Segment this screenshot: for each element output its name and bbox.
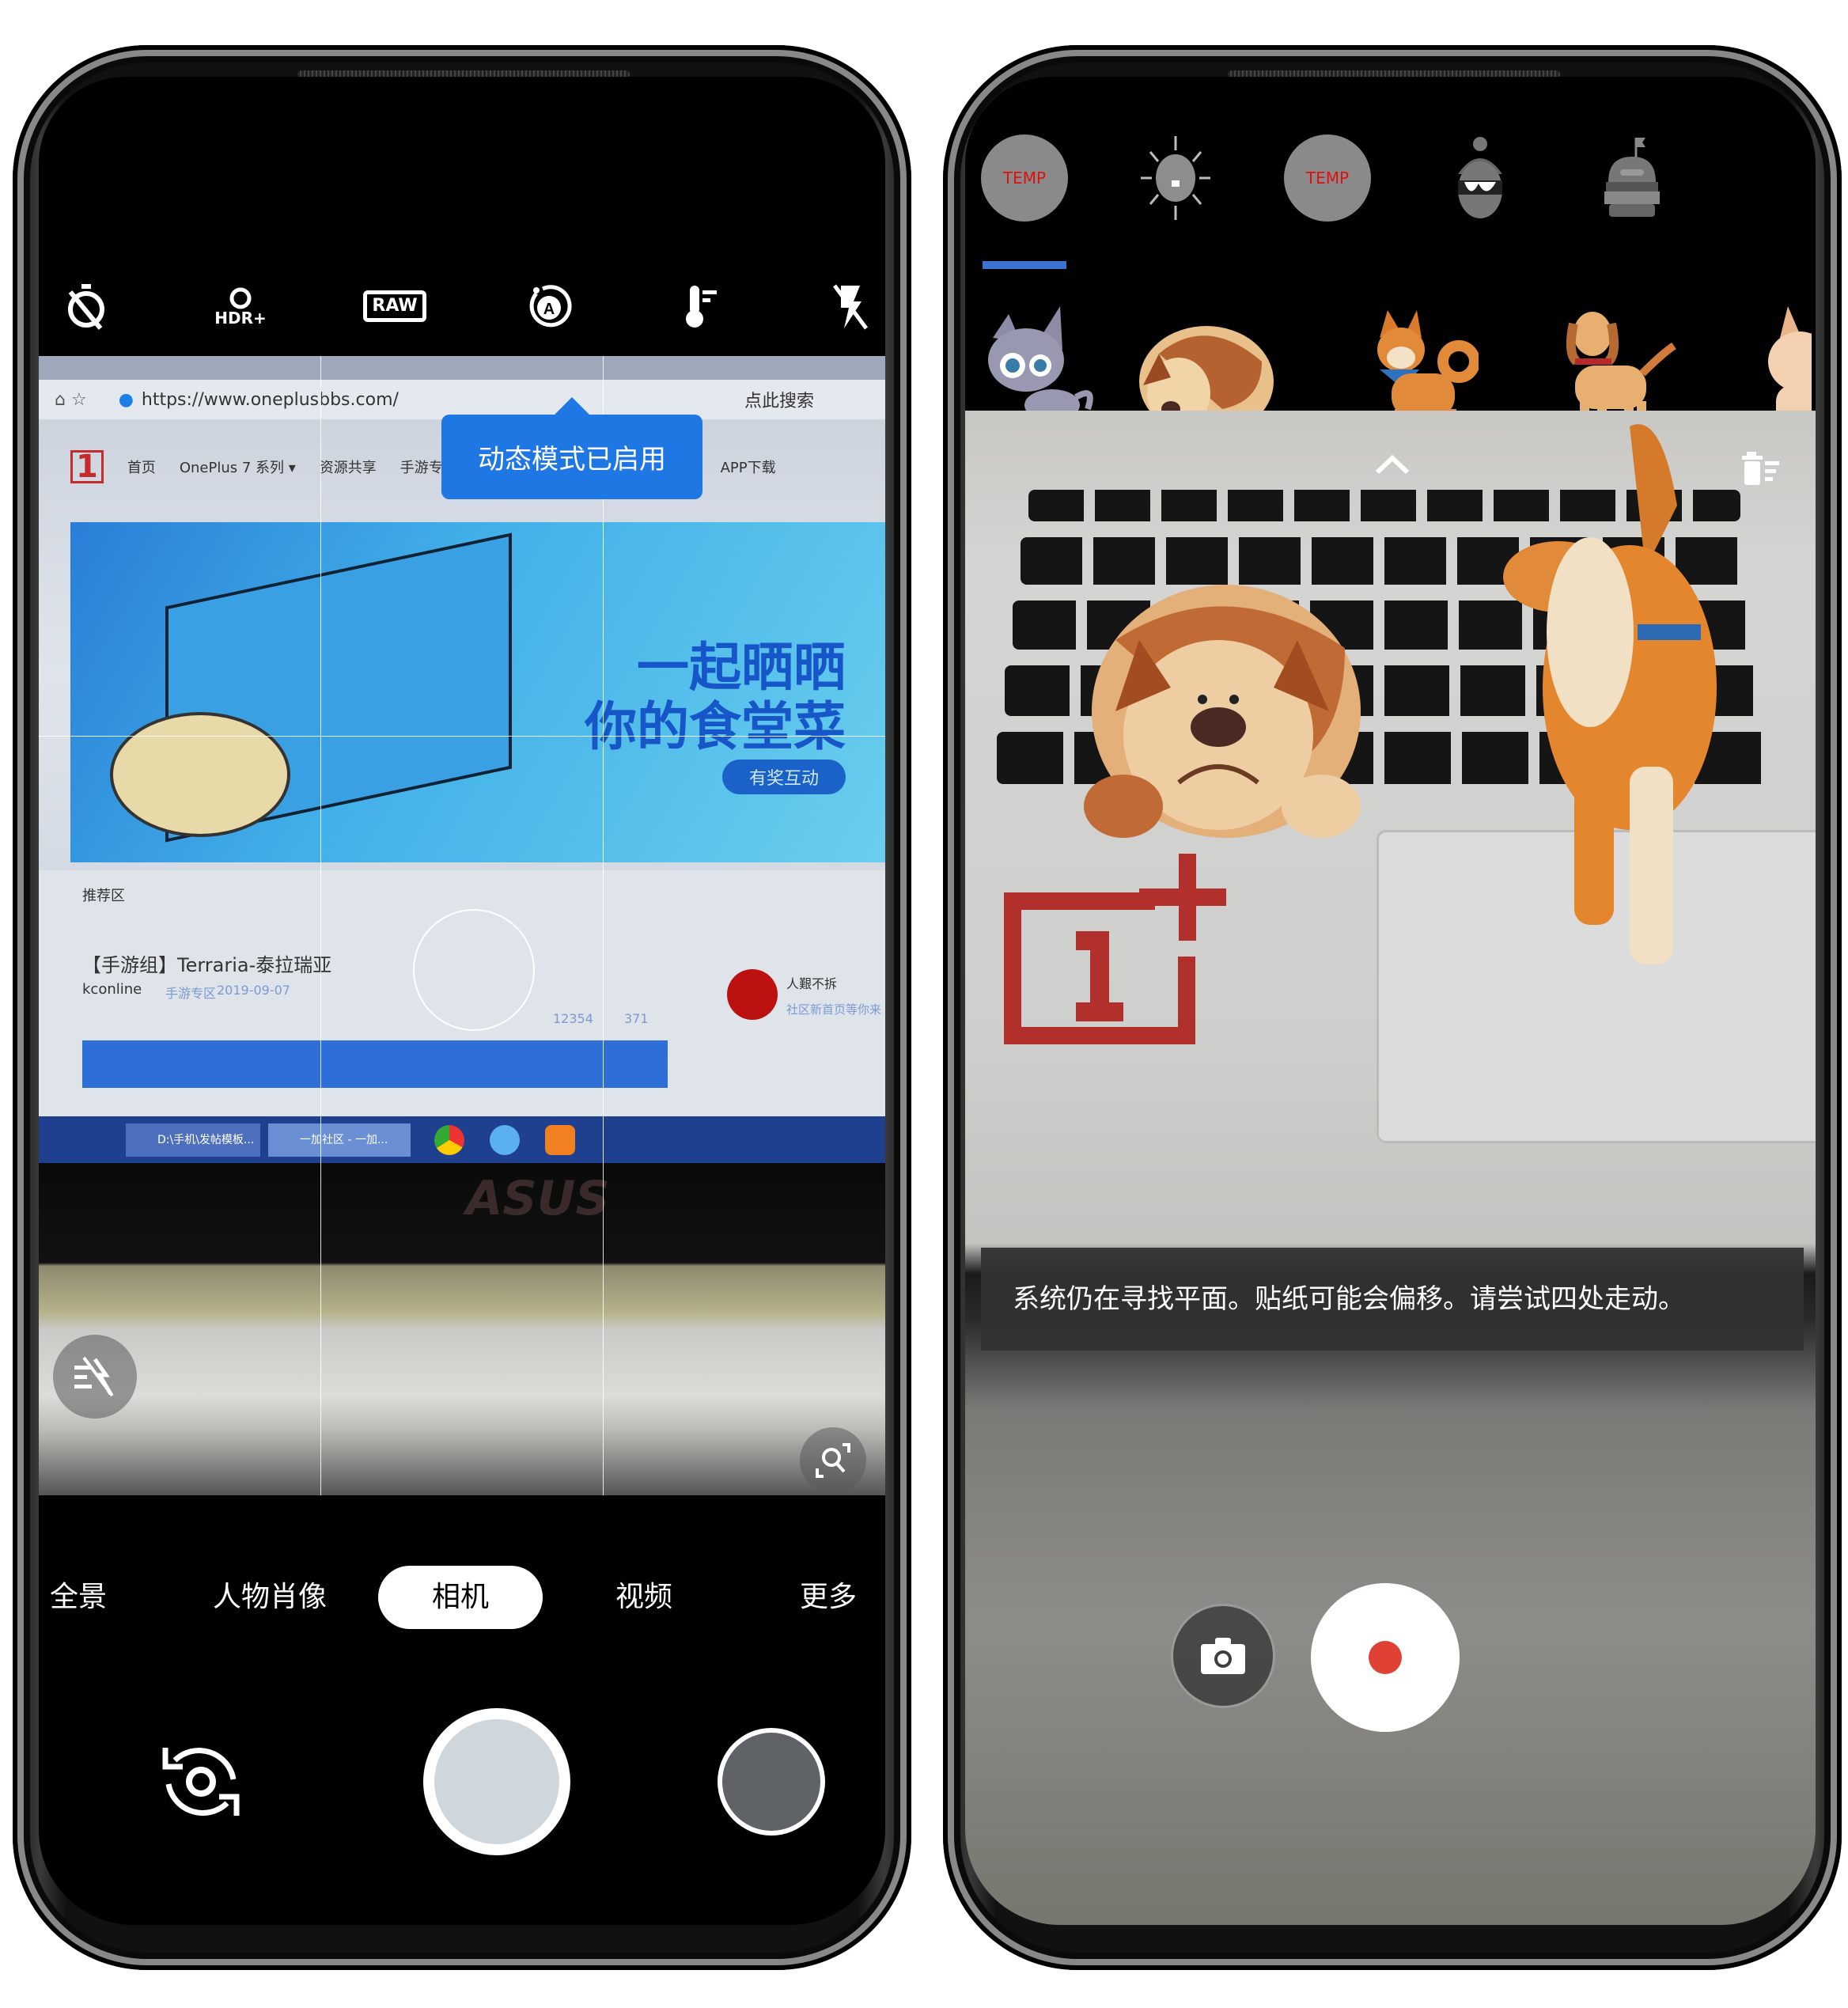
post-replies: 371 [624,1011,649,1026]
motion-auto-button[interactable]: A [521,278,577,334]
chevron-up-icon [1375,454,1410,475]
flash-off-icon[interactable] [822,278,877,334]
record-video-button[interactable] [1311,1583,1460,1732]
post-views: 12354 [553,1011,593,1026]
grid-line [39,736,885,737]
home-icon: ⌂ ☆ [55,389,87,410]
camera-screen: HDR+ RAW A ⌂ ☆ ● https://www.oneplusbbs.… [39,77,885,1925]
windows-taskbar: D:\手机\发帖模板... 一加社区 - 一加... [39,1116,885,1163]
ar-camera-view[interactable]: 系统仍在寻找平面。贴纸可能会偏移。请尝试四处走动。 [965,411,1816,1925]
hdr-plus-button[interactable]: HDR+ [213,278,268,334]
mode-camera[interactable]: 相机 [377,1566,543,1629]
temp-label: TEMP [1002,169,1047,188]
motion-toggle-button[interactable] [53,1335,137,1419]
post-title: 【手游组】Terraria-泰拉瑞亚 [82,954,332,976]
post-author: kconline [82,981,142,998]
url-text: https://www.oneplusbbs.com/ [141,389,399,410]
hero-button: 有奖互动 [721,760,846,794]
raw-label: RAW [363,290,426,322]
nav-item: 首页 [127,460,156,476]
plane-detection-notice: 系统仍在寻找平面。贴纸可能会偏移。请尝试四处走动。 [981,1248,1804,1351]
clear-all-icon [1742,452,1779,485]
category-burger[interactable] [1589,134,1676,222]
browser-search-text: 点此搜索 [744,392,814,411]
post-date: 2019-09-07 [217,983,290,998]
white-balance-icon[interactable] [674,278,729,334]
grid-line [603,356,604,1495]
mode-video[interactable]: 视频 [615,1566,672,1629]
mode-panorama[interactable]: 全景 [50,1566,107,1629]
clear-stickers-button[interactable] [1740,450,1780,487]
noodle-bowl-illustration [110,712,290,837]
ar-stickers-screen: TEMP TEMP 系统仍在寻找平面。贴纸可能会偏移。请尝试四处走动。 [965,77,1816,1925]
left-phone-frame: HDR+ RAW A ⌂ ☆ ● https://www.oneplusbbs.… [13,45,911,1970]
switch-camera-button[interactable] [151,1732,251,1832]
category-temp-birthday-2[interactable]: TEMP [1284,134,1371,222]
sun-icon [1141,136,1210,220]
globe-icon [490,1125,520,1155]
post-forum: 手游专区 [165,986,217,1001]
temp-label: TEMP [1305,169,1350,188]
post-banner-image [82,1040,668,1088]
mode-more[interactable]: 更多 [800,1566,857,1629]
burger-icon [1604,138,1660,217]
nav-item: 资源共享 [319,460,377,476]
motion-off-icon [74,1356,114,1397]
selected-category-indicator [983,261,1066,269]
hero-title-line2: 你的食堂菜 [585,696,846,757]
collapse-sticker-panel-button[interactable] [1373,452,1412,475]
svg-text:A: A [543,301,555,318]
record-dot-icon [1369,1641,1402,1674]
secure-dot-icon: ● [118,389,134,410]
gallery-thumbnail[interactable] [718,1728,825,1836]
mode-portrait[interactable]: 人物肖像 [213,1566,327,1629]
category-sun[interactable] [1132,134,1219,222]
motion-auto-icon: A [529,285,572,328]
hdr-circle-icon [229,287,252,309]
ar-shiba-inu[interactable] [1471,411,1733,964]
right-phone-frame: TEMP TEMP 系统仍在寻找平面。贴纸可能会偏移。请尝试四处走动。 [943,45,1842,1970]
focus-ring [413,909,535,1031]
mode-selector: 全景 人物肖像 相机 视频 更多 [39,1566,885,1629]
camera-icon [1201,1638,1245,1674]
chrome-icon [434,1125,464,1155]
taskbar-item: D:\手机\发帖模板... [126,1123,260,1157]
hero-banner: 一起晒晒 你的食堂菜 有奖互动 [70,522,885,862]
motion-mode-tooltip: 动态模式已启用 [441,397,702,499]
shutter-button[interactable] [423,1708,570,1855]
taskbar-item: 一加社区 - 一加... [268,1123,411,1157]
timer-off-icon[interactable] [59,278,114,334]
browser-url-bar: ⌂ ☆ ● https://www.oneplusbbs.com/ 点此搜索 [39,380,885,419]
category-temp-birthday[interactable]: TEMP [981,134,1068,222]
ar-bulldog[interactable] [1068,553,1384,854]
uc-browser-icon [545,1125,575,1155]
category-beanie-goggles[interactable] [1437,134,1524,222]
hdr-label: HDR+ [214,309,267,328]
oneplus-logo: 1 [70,450,104,483]
browser-tab-strip [39,356,885,380]
section-label: 推荐区 [82,888,125,904]
nav-item: OnePlus 7 系列 ▾ [179,460,296,476]
side-username: 人艱不拆 [786,976,838,991]
raw-button[interactable]: RAW [363,278,426,334]
laptop-keyboard-scene: ASUS [39,1163,885,1495]
grid-line [320,356,321,1495]
user-avatar [727,969,778,1020]
switch-camera-icon [162,1748,240,1816]
oneplus-logo [1004,854,1226,1044]
beanie-goggles-icon [1458,137,1502,218]
nav-item: APP下载 [720,460,776,476]
scan-search-button[interactable] [800,1427,866,1494]
photo-capture-button[interactable] [1171,1604,1275,1708]
scan-search-icon [816,1443,850,1478]
laptop-brand: ASUS [466,1171,610,1226]
side-text: 社区新首页等你来 [786,1002,882,1017]
